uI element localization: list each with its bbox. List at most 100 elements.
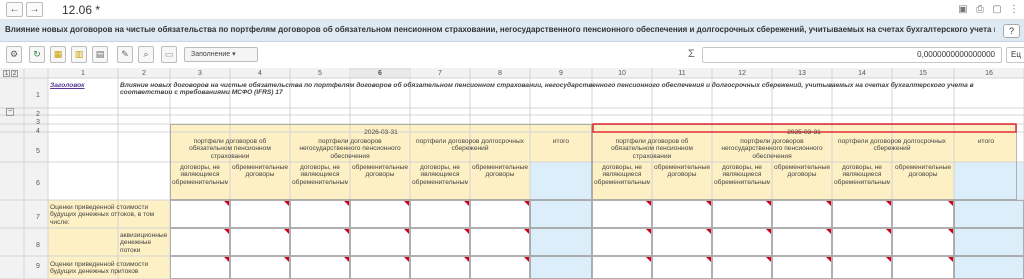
col-header-1[interactable]: 1: [48, 70, 118, 77]
row-header-7[interactable]: 7: [28, 214, 48, 221]
col-header-15[interactable]: 15: [892, 70, 954, 77]
data-cell-border: [170, 228, 230, 256]
data-cell-border: [592, 228, 652, 256]
preview-icon[interactable]: ▢: [991, 4, 1003, 16]
settings-icon[interactable]: ⚙: [6, 46, 22, 63]
portfolio-ops-2025[interactable]: портфели договоров об обязательном пенси…: [594, 138, 710, 162]
table-icon[interactable]: ▦: [50, 46, 66, 63]
col-header-2[interactable]: 2: [118, 70, 170, 77]
comment-marker: [404, 229, 409, 234]
not-onerous-c12[interactable]: договоры, не являющиеся обременительными: [714, 164, 770, 198]
col-header-13[interactable]: 13: [772, 70, 832, 77]
data-cell-border: [832, 228, 892, 256]
portfolio-npo-2025[interactable]: портфели договоров негосударственного пе…: [714, 138, 830, 162]
not-onerous-c14[interactable]: договоры, не являющиеся обременительными: [834, 164, 890, 198]
row-header-9[interactable]: 9: [28, 263, 48, 270]
comment-marker: [886, 257, 891, 262]
onerous-c4[interactable]: обременительные договоры: [232, 164, 288, 198]
total-2026[interactable]: итого: [532, 138, 590, 145]
data-cell-border: [410, 256, 470, 279]
data-cell-border: [652, 256, 712, 279]
col-header-7[interactable]: 7: [410, 70, 470, 77]
col-header-14[interactable]: 14: [832, 70, 892, 77]
col-header-8[interactable]: 8: [470, 70, 530, 77]
more-icon[interactable]: ⋮: [1008, 4, 1020, 16]
comment-icon[interactable]: ▭: [161, 46, 177, 63]
row-header-2[interactable]: 2: [28, 111, 48, 118]
collapse-group-button[interactable]: −: [6, 108, 14, 116]
row-header-1[interactable]: 1: [28, 92, 48, 99]
comment-marker: [646, 257, 651, 262]
col-header-11[interactable]: 11: [652, 70, 712, 77]
col-header-12[interactable]: 12: [712, 70, 772, 77]
printer-icon[interactable]: ⎙: [974, 4, 986, 16]
onerous-c15[interactable]: обременительные договоры: [894, 164, 952, 198]
data-cell-border: [290, 228, 350, 256]
data-cell-border: [290, 256, 350, 279]
outline-level-2[interactable]: 2: [11, 70, 18, 77]
date-cell-2026[interactable]: 2026-03-31: [170, 129, 592, 136]
data-cell-border: [230, 228, 290, 256]
help-button[interactable]: ?: [1003, 24, 1020, 38]
comment-marker: [766, 257, 771, 262]
outline-level-1[interactable]: 1: [3, 70, 10, 77]
not-onerous-c3[interactable]: договоры, не являющиеся обременительными: [172, 164, 228, 198]
row-header-6[interactable]: 6: [28, 180, 48, 187]
find-icon[interactable]: ⌕: [138, 46, 154, 63]
extra-button[interactable]: Ец: [1006, 47, 1024, 63]
col-header-10[interactable]: 10: [592, 70, 652, 77]
sigma-icon: Σ: [688, 48, 695, 60]
forward-button[interactable]: →: [26, 2, 43, 17]
fill-dropdown-button[interactable]: Заполнение ▾: [184, 47, 258, 62]
col-header-6[interactable]: 6: [350, 70, 410, 77]
grid-icon[interactable]: ▤: [92, 46, 108, 63]
data-cell-border: [712, 256, 772, 279]
data-cell-border: [592, 256, 652, 279]
header-link[interactable]: Заголовок: [50, 82, 116, 89]
row8-label[interactable]: аквизиционные денежные потоки: [120, 232, 168, 256]
comment-marker: [826, 229, 831, 234]
portfolio-ds-2026[interactable]: портфели договоров долгосрочных сбережен…: [412, 138, 528, 162]
portfolio-ds-2025[interactable]: портфели договоров долгосрочных сбережен…: [834, 138, 950, 162]
not-onerous-c10[interactable]: договоры, не являющиеся обременительными: [594, 164, 650, 198]
portfolio-npo-2026[interactable]: портфели договоров негосударственного пе…: [292, 138, 408, 162]
row-header-8[interactable]: 8: [28, 242, 48, 249]
comment-marker: [826, 201, 831, 206]
document-title: 12.06 *: [62, 3, 101, 17]
onerous-c8[interactable]: обременительные договоры: [472, 164, 528, 198]
columns-icon[interactable]: ▥: [71, 46, 87, 63]
comment-marker: [826, 257, 831, 262]
portfolio-ops-2026[interactable]: портфели договоров об обязательном пенси…: [172, 138, 288, 162]
not-onerous-c7[interactable]: договоры, не являющиеся обременительными: [412, 164, 468, 198]
comment-marker: [224, 229, 229, 234]
col-header-3[interactable]: 3: [170, 70, 230, 77]
onerous-c11[interactable]: обременительные договоры: [654, 164, 710, 198]
row-header-3[interactable]: 3: [28, 119, 48, 126]
data-cell-border: [470, 228, 530, 256]
data-cell-border: [892, 228, 954, 256]
floppy-icon[interactable]: ▣: [957, 4, 969, 16]
col-header-9[interactable]: 9: [530, 70, 592, 77]
row-header-4[interactable]: 4: [28, 128, 48, 135]
data-cell-border: [350, 200, 410, 228]
back-button[interactable]: ←: [6, 2, 23, 17]
onerous-c6[interactable]: обременительные договоры: [352, 164, 408, 198]
col-header-16[interactable]: 16: [954, 70, 1024, 77]
date-cell-2025[interactable]: 2025-03-31: [592, 129, 1016, 136]
total-2025[interactable]: итого: [956, 138, 1016, 145]
col-header-4[interactable]: 4: [230, 70, 290, 77]
sum-field[interactable]: 0,0000000000000000: [702, 47, 1002, 63]
pencil-icon[interactable]: ✎: [117, 46, 133, 63]
col-header-5[interactable]: 5: [290, 70, 350, 77]
report-title-cell[interactable]: Влияние новых договоров на чистые обязат…: [120, 82, 980, 106]
row-header-5[interactable]: 5: [28, 148, 48, 155]
onerous-c13[interactable]: обременительные договоры: [774, 164, 830, 198]
row7-label[interactable]: Оценки приведенной стоимости будущих ден…: [50, 204, 168, 228]
not-onerous-c5[interactable]: договоры, не являющиеся обременительными: [292, 164, 348, 198]
comment-marker: [948, 201, 953, 206]
comment-marker: [344, 257, 349, 262]
refresh-icon[interactable]: ↻: [29, 46, 45, 63]
data-cell-border: [470, 200, 530, 228]
row9-label[interactable]: Оценки приведенной стоимости будущих ден…: [50, 261, 168, 279]
comment-marker: [464, 257, 469, 262]
